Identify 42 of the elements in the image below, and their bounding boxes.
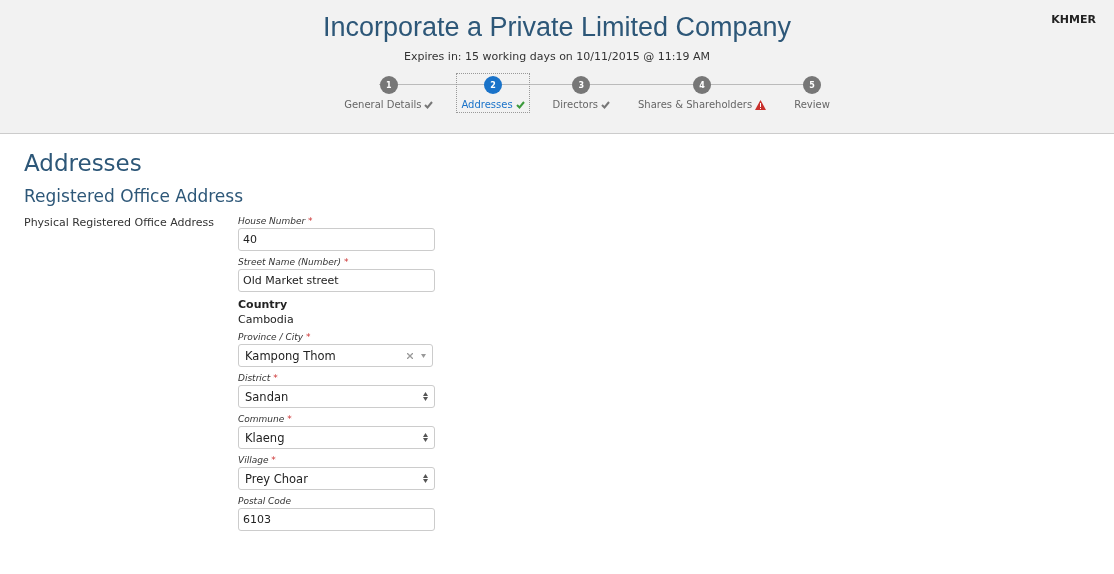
- step-number: 3: [572, 76, 591, 94]
- combo-box[interactable]: Kampong Thom: [238, 344, 433, 367]
- select-field[interactable]: Prey Choar: [238, 467, 435, 490]
- step-number: 4: [693, 76, 712, 94]
- up-down-caret-icon: [423, 474, 428, 483]
- select-field[interactable]: Klaeng: [238, 426, 435, 449]
- wizard-step[interactable]: 3 Directors: [547, 73, 615, 113]
- field-label: Country: [238, 298, 289, 311]
- language-link[interactable]: KHMER: [1051, 13, 1096, 26]
- field-value: Cambodia: [238, 313, 295, 326]
- field-label: Street Name (Number) *: [238, 257, 350, 267]
- wizard-step[interactable]: 2 Addresses: [456, 73, 530, 113]
- input-field[interactable]: Old Market street: [238, 269, 435, 292]
- field-label: Village *: [238, 455, 277, 465]
- field-label: Commune *: [238, 414, 293, 424]
- step-label: Shares & Shareholders: [638, 99, 753, 110]
- step-number: 1: [379, 76, 398, 94]
- field-label: Postal Code: [238, 496, 293, 506]
- step-label: General Details: [344, 99, 422, 110]
- input-field[interactable]: 6103: [238, 508, 435, 531]
- field-label: House Number *: [238, 216, 314, 226]
- expiry-text: Expires in: 15 working days on 10/11/2015 @ 11:19 AM: [404, 50, 710, 63]
- caret-icon: [421, 353, 426, 358]
- field-label: Province / City *: [238, 332, 312, 342]
- wizard-step[interactable]: 5 Review: [789, 73, 835, 113]
- select-field[interactable]: Sandan: [238, 385, 435, 408]
- wizard-step[interactable]: 1 General Details: [339, 73, 439, 113]
- step-number: 2: [484, 76, 502, 94]
- subsection-heading: Registered Office Address: [24, 186, 244, 206]
- group-label: Physical Registered Office Address: [24, 216, 215, 231]
- step-number: 5: [803, 76, 821, 94]
- up-down-caret-icon: [423, 392, 428, 401]
- step-label: Review: [794, 99, 830, 110]
- field-label: District *: [238, 373, 279, 383]
- section-heading: Addresses: [24, 150, 143, 176]
- page-title: Incorporate a Private Limited Company: [322, 12, 792, 43]
- input-field[interactable]: 40: [238, 228, 435, 251]
- up-down-caret-icon: [423, 433, 428, 442]
- step-label: Addresses: [461, 99, 513, 110]
- wizard-step[interactable]: 4 Shares & Shareholders: [633, 73, 772, 113]
- clear-icon[interactable]: [407, 352, 413, 359]
- step-label: Directors: [552, 99, 598, 110]
